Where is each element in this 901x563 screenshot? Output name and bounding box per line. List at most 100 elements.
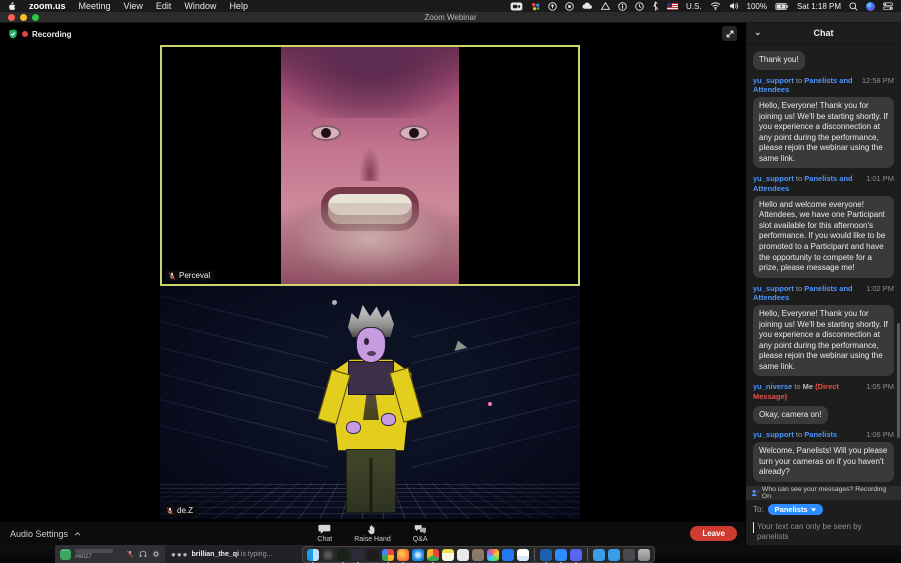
warning-triangle-icon[interactable] (601, 1, 610, 11)
input-source-label[interactable]: U.S. (686, 2, 702, 11)
qa-button[interactable]: Q&A (413, 524, 428, 543)
keyboard-flag-icon[interactable] (667, 3, 678, 10)
dock-terminal-icon[interactable] (337, 549, 349, 561)
control-center-icon[interactable] (883, 1, 893, 11)
to-label: To: (753, 505, 764, 514)
meeting-toolbar: Audio Settings Chat Raise Hand Q&A (0, 521, 745, 545)
video-tile-dez[interactable]: de.Z (160, 286, 580, 519)
vr-scene (160, 286, 580, 519)
video-tile-perceval[interactable]: Perceval (160, 45, 580, 286)
chat-button-label: Chat (317, 536, 332, 543)
dock-textedit-icon[interactable] (457, 549, 469, 561)
dock-trash-icon[interactable] (638, 549, 650, 561)
apple-icon[interactable] (8, 1, 16, 11)
chat-message-header: yu_niverse to Me (Direct Message)1:05 PM (753, 382, 894, 402)
menu-view[interactable]: View (124, 1, 143, 11)
info-circle-icon[interactable] (618, 1, 627, 11)
shutter-icon[interactable] (565, 1, 574, 11)
dock-firefox-icon[interactable] (397, 549, 409, 561)
dock-folder-2-icon[interactable] (608, 549, 620, 561)
chevron-down-icon[interactable]: ⌄ (754, 27, 762, 38)
volume-icon[interactable] (729, 1, 739, 11)
raise-hand-button[interactable]: Raise Hand (354, 524, 391, 543)
screen: zoom.us Meeting View Edit Window Help U.… (0, 0, 901, 563)
chevron-down-icon (811, 508, 816, 512)
dock-office-icon[interactable] (382, 549, 394, 561)
dock-books-icon[interactable] (472, 549, 484, 561)
typing-dots-icon: ●●● (171, 550, 189, 559)
participant-name: de.Z (177, 506, 193, 515)
dock-dark-sphere-icon[interactable] (367, 549, 379, 561)
message-time: 1:01 PM (866, 174, 894, 184)
dock-archive-icon[interactable] (623, 549, 635, 561)
dock-notes-icon[interactable] (442, 549, 454, 561)
screen-recording-icon[interactable] (510, 1, 523, 11)
perceval-webcam-feed (281, 47, 459, 284)
encryption-shield-icon (8, 29, 18, 39)
fullscreen-button[interactable] (722, 26, 737, 41)
participant-name-badge: de.Z (163, 505, 198, 516)
colorful-app-icon[interactable] (531, 1, 540, 11)
message-time: 12:58 PM (862, 76, 894, 86)
message-bubble: Hello, Everyone! Thank you for joining u… (753, 305, 894, 376)
spotlight-search-icon[interactable] (849, 1, 858, 11)
recording-dot-icon (22, 31, 28, 37)
audio-settings-button[interactable]: Audio Settings (0, 529, 81, 539)
discord-settings-gear-icon[interactable] (152, 550, 160, 558)
chat-button[interactable]: Chat (317, 524, 332, 543)
discord-headphones-icon[interactable] (139, 550, 147, 558)
siri-icon[interactable] (866, 2, 875, 11)
chat-message: yu_support to Panelists1:06 PM Welcome, P… (753, 430, 894, 481)
dock-launchpad-icon[interactable] (322, 549, 334, 561)
chat-input-placeholder: Your text can only be seen by panelists (757, 522, 894, 541)
chat-privacy-note[interactable]: ? Who can see your messages? Recording O… (746, 486, 901, 500)
bluetooth-icon[interactable] (652, 1, 659, 11)
muted-mic-icon (166, 507, 174, 515)
message-bubble: Okay, camera on! (753, 406, 828, 425)
window-title-bar: Zoom Webinar (0, 12, 901, 23)
battery-percent-label: 100% (747, 2, 767, 11)
chat-input[interactable]: Your text can only be seen by panelists (746, 519, 901, 545)
cloud-icon[interactable] (582, 1, 593, 11)
dock-tasks-icon[interactable] (517, 549, 529, 561)
discord-avatar (60, 549, 71, 560)
wifi-icon[interactable] (710, 1, 721, 11)
message-bubble: Welcome, Panelists! Will you please turn… (753, 442, 894, 482)
clock-icon[interactable] (635, 1, 644, 11)
menu-help[interactable]: Help (229, 1, 248, 11)
recipient-value: Panelists (775, 505, 808, 514)
dock-finder-icon[interactable] (307, 549, 319, 561)
menu-edit[interactable]: Edit (156, 1, 172, 11)
dock-keynote-icon[interactable] (540, 549, 552, 561)
menu-meeting[interactable]: Meeting (79, 1, 111, 11)
discord-typing-indicator: ●●● brillian_the_qi is typing... (165, 545, 313, 563)
dock-chrome-icon[interactable] (427, 549, 439, 561)
recording-indicator: Recording (8, 29, 72, 39)
chat-scrollbar[interactable] (897, 323, 900, 438)
chat-message-header: yu_support to Panelists1:06 PM (753, 430, 894, 440)
dock-film-app-icon[interactable] (352, 549, 364, 561)
update-circle-icon[interactable] (548, 1, 557, 11)
dock-photos-icon[interactable] (487, 549, 499, 561)
typing-text: brillian_the_qi is typing... (192, 551, 273, 558)
recipient-selector[interactable]: Panelists (768, 504, 823, 515)
discord-username-redacted (75, 549, 113, 553)
sender-name: yu_niverse (753, 382, 792, 391)
menu-window[interactable]: Window (184, 1, 216, 11)
qa-button-label: Q&A (413, 536, 428, 543)
dock-discord-icon[interactable] (570, 549, 582, 561)
dock-folder-1-icon[interactable] (593, 549, 605, 561)
discord-mute-icon[interactable] (126, 550, 134, 558)
dock-separator (587, 548, 588, 561)
menu-zoom-us[interactable]: zoom.us (29, 1, 66, 11)
battery-icon[interactable] (775, 1, 789, 11)
dock-safari-icon[interactable] (412, 549, 424, 561)
dock-sync-icon[interactable] (502, 549, 514, 561)
dock-zoom-icon[interactable] (555, 549, 567, 561)
expand-arrows-icon (725, 29, 735, 39)
discord-user-panel[interactable]: #6027 (55, 545, 165, 563)
message-time: 1:02 PM (866, 284, 894, 294)
chat-message-list[interactable]: Thank you!yu_support to Panelists and At… (746, 44, 901, 486)
leave-button[interactable]: Leave (690, 526, 737, 541)
menu-clock-label[interactable]: Sat 1:18 PM (797, 2, 841, 11)
